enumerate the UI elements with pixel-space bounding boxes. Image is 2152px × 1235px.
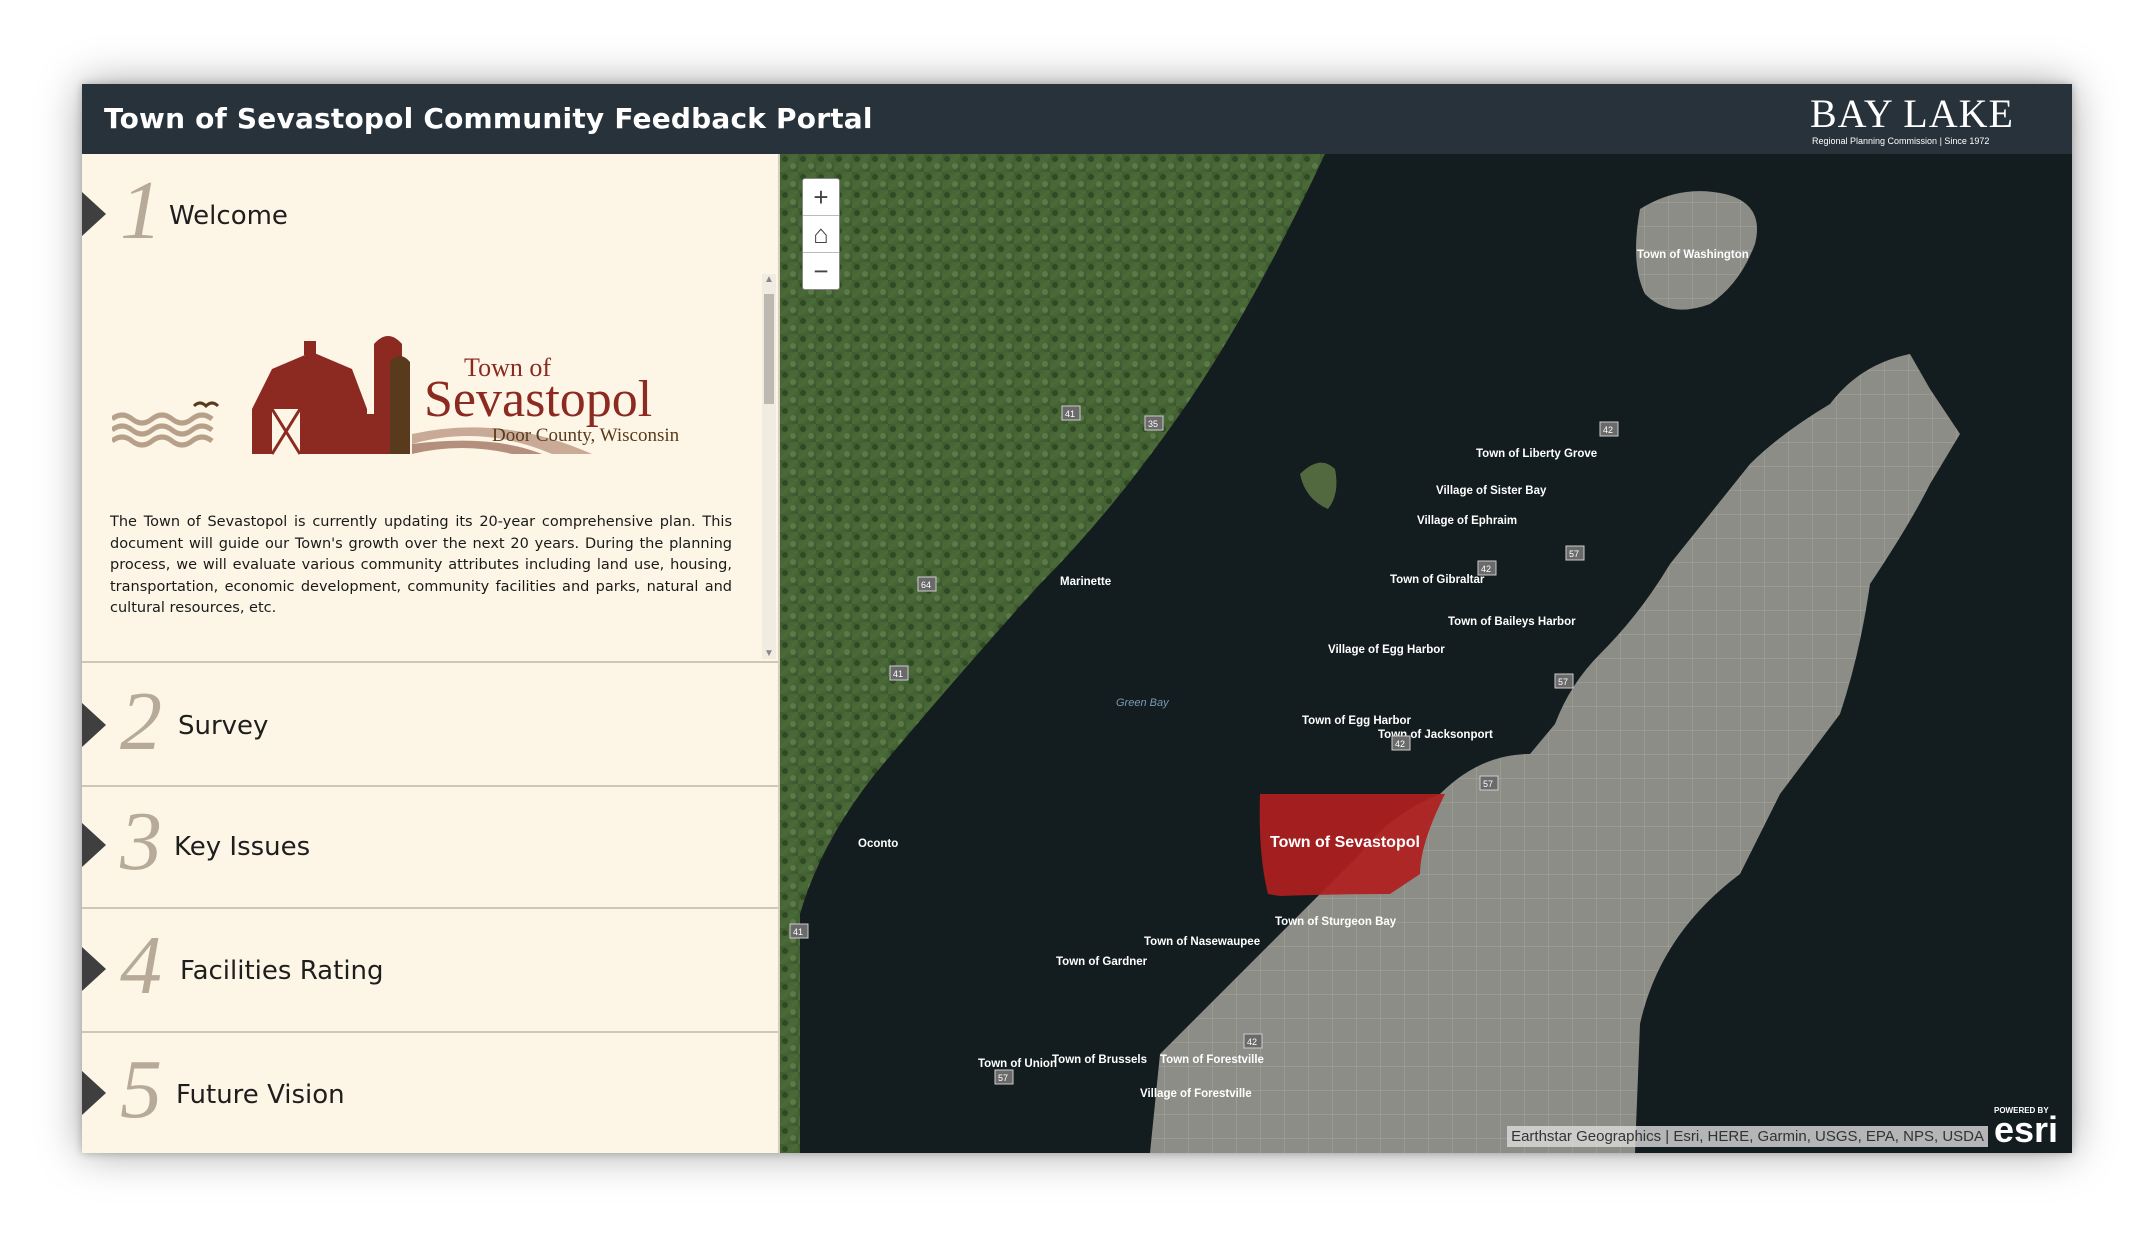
zoom-out-button[interactable]: − bbox=[803, 253, 839, 289]
esri-logo[interactable]: POWERED BY esri bbox=[1994, 1106, 2062, 1150]
svg-text:57: 57 bbox=[1483, 779, 1493, 789]
svg-text:Town of Nasewaupee: Town of Nasewaupee bbox=[1144, 936, 1260, 948]
welcome-paragraph: The Town of Sevastopol is currently upda… bbox=[110, 514, 732, 616]
expand-arrow-icon bbox=[82, 947, 106, 991]
svg-text:42: 42 bbox=[1247, 1037, 1257, 1047]
map-attribution: Earthstar Geographics | Esri, HERE, Garm… bbox=[1507, 1126, 1988, 1147]
step-label: Key Issues bbox=[174, 832, 311, 862]
svg-text:42: 42 bbox=[1481, 564, 1491, 574]
welcome-content: Town of Sevastopol Door County, Wisconsi… bbox=[82, 274, 778, 659]
svg-text:Town of Egg Harbor: Town of Egg Harbor bbox=[1302, 715, 1412, 727]
svg-text:Village of Egg Harbor: Village of Egg Harbor bbox=[1328, 644, 1445, 656]
step-label: Future Vision bbox=[176, 1080, 345, 1110]
svg-text:35: 35 bbox=[1148, 419, 1158, 429]
expand-arrow-icon bbox=[82, 1071, 106, 1115]
step-number: 3 bbox=[120, 795, 162, 888]
step-number: 1 bbox=[120, 164, 162, 257]
scroll-down-icon[interactable]: ▼ bbox=[764, 648, 774, 659]
svg-text:57: 57 bbox=[998, 1073, 1008, 1083]
label-sevastopol: Town of Sevastopol bbox=[1270, 834, 1420, 851]
water-label: Green Bay bbox=[1116, 697, 1170, 709]
step-label: Welcome bbox=[169, 201, 288, 231]
step-facilities-rating[interactable]: 4 Facilities Rating bbox=[82, 909, 778, 1033]
scroll-up-icon[interactable]: ▲ bbox=[764, 274, 774, 285]
svg-text:Town of Gardner: Town of Gardner bbox=[1056, 956, 1148, 968]
step-number: 4 bbox=[120, 919, 162, 1012]
svg-text:41: 41 bbox=[893, 669, 903, 679]
app-header: Town of Sevastopol Community Feedback Po… bbox=[82, 84, 2072, 154]
svg-text:Town of Brussels: Town of Brussels bbox=[1052, 1054, 1147, 1066]
bay-lake-logo-text: BAY LAKE bbox=[1810, 91, 2014, 136]
steps-panel: 1 Welcome Town of Sevastopol Door County… bbox=[82, 154, 780, 1153]
satellite-map[interactable]: Town of Sevastopol Green Bay Town of Was… bbox=[780, 154, 2072, 1153]
step-survey[interactable]: 2 Survey bbox=[82, 661, 778, 787]
step-welcome[interactable]: 1 Welcome bbox=[82, 154, 778, 274]
svg-text:Town of Washington: Town of Washington bbox=[1637, 249, 1749, 261]
svg-text:42: 42 bbox=[1603, 425, 1613, 435]
zoom-in-button[interactable]: + bbox=[803, 179, 839, 216]
svg-text:Door County, Wisconsin: Door County, Wisconsin bbox=[492, 425, 680, 446]
sevastopol-logo: Town of Sevastopol Door County, Wisconsi… bbox=[112, 336, 680, 455]
map-view[interactable]: Town of Sevastopol Green Bay Town of Was… bbox=[780, 154, 2072, 1153]
svg-text:Marinette: Marinette bbox=[1060, 576, 1111, 588]
svg-text:42: 42 bbox=[1395, 739, 1405, 749]
svg-text:57: 57 bbox=[1569, 549, 1579, 559]
home-button[interactable]: ⌂ bbox=[803, 216, 839, 253]
svg-text:41: 41 bbox=[1065, 409, 1075, 419]
step-label: Facilities Rating bbox=[180, 956, 384, 986]
svg-text:Town of Union: Town of Union bbox=[978, 1058, 1057, 1070]
svg-text:57: 57 bbox=[1558, 677, 1568, 687]
svg-text:Town of Forestville: Town of Forestville bbox=[1160, 1054, 1264, 1066]
step-number: 2 bbox=[120, 675, 162, 768]
scroll-thumb[interactable] bbox=[764, 294, 774, 404]
step-future-vision[interactable]: 5 Future Vision bbox=[82, 1033, 778, 1153]
svg-text:Sevastopol: Sevastopol bbox=[424, 371, 652, 428]
bay-lake-logo-subtitle: Regional Planning Commission | Since 197… bbox=[1812, 136, 1990, 146]
app-title: Town of Sevastopol Community Feedback Po… bbox=[104, 102, 873, 135]
svg-text:Village of Sister Bay: Village of Sister Bay bbox=[1436, 485, 1547, 497]
svg-text:Village of Forestville: Village of Forestville bbox=[1140, 1088, 1252, 1100]
svg-text:64: 64 bbox=[921, 580, 931, 590]
svg-text:Town of Liberty Grove: Town of Liberty Grove bbox=[1476, 448, 1597, 460]
svg-text:Village of Ephraim: Village of Ephraim bbox=[1417, 515, 1517, 527]
step-key-issues[interactable]: 3 Key Issues bbox=[82, 785, 778, 909]
map-zoom-controls: + ⌂ − bbox=[802, 178, 840, 290]
bay-lake-logo: BAY LAKE Regional Planning Commission | … bbox=[1810, 90, 2050, 150]
svg-text:Oconto: Oconto bbox=[858, 838, 898, 850]
svg-text:Town of Baileys Harbor: Town of Baileys Harbor bbox=[1448, 616, 1576, 628]
step-number: 5 bbox=[120, 1043, 162, 1136]
expand-arrow-icon bbox=[82, 192, 106, 236]
expand-arrow-icon bbox=[82, 823, 106, 867]
svg-text:Town of Gibraltar: Town of Gibraltar bbox=[1390, 574, 1485, 586]
expand-arrow-icon bbox=[82, 703, 106, 747]
svg-text:41: 41 bbox=[793, 927, 803, 937]
step-label: Survey bbox=[178, 711, 269, 741]
welcome-scrollbar[interactable]: ▲ ▼ bbox=[762, 274, 776, 659]
esri-wordmark: esri bbox=[1994, 1109, 2059, 1150]
app-window: Town of Sevastopol Community Feedback Po… bbox=[82, 84, 2072, 1153]
svg-text:Town of Sturgeon Bay: Town of Sturgeon Bay bbox=[1275, 916, 1397, 928]
